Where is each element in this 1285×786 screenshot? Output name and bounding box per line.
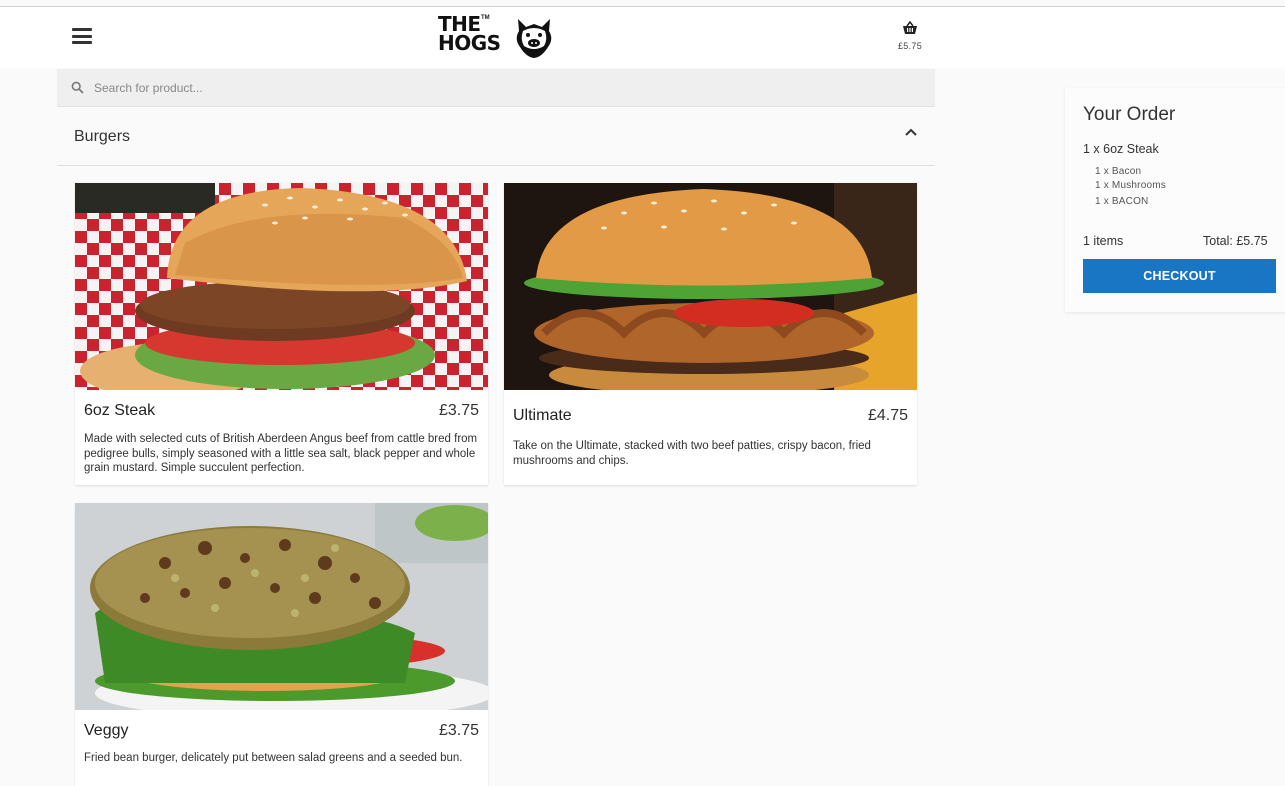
- checkout-button[interactable]: CHECKOUT: [1083, 259, 1276, 293]
- order-line-item[interactable]: 1 x 6oz Steak: [1083, 142, 1159, 156]
- search-bar: [57, 69, 935, 107]
- search-icon: [71, 81, 84, 94]
- category-burgers-header[interactable]: Burgers: [57, 108, 935, 166]
- order-extra-item: 1 x BACON: [1095, 196, 1149, 207]
- product-price: £3.75: [438, 722, 479, 739]
- basket-total: £5.75: [897, 41, 923, 51]
- product-name: 6oz Steak: [84, 402, 156, 419]
- hog-head-icon: [516, 19, 552, 58]
- order-total: Total: £5.75: [1203, 234, 1268, 248]
- order-items-count: 1 items: [1083, 234, 1124, 248]
- chevron-up-icon[interactable]: [905, 128, 917, 136]
- order-summary-panel: Your Order 1 x 6oz Steak 1 x Bacon 1 x M…: [1065, 88, 1285, 312]
- order-title: Your Order: [1083, 104, 1176, 125]
- product-image-ultimate: [504, 183, 917, 390]
- order-extra-item: 1 x Bacon: [1095, 166, 1142, 177]
- search-input[interactable]: [94, 77, 914, 99]
- basket-button[interactable]: £5.75: [890, 20, 930, 57]
- product-description: Take on the Ultimate, stacked with two b…: [513, 440, 871, 467]
- product-price: £4.75: [867, 407, 908, 424]
- product-name: Veggy: [84, 722, 129, 739]
- product-image-6oz-steak: [75, 183, 488, 390]
- hamburger-menu-icon[interactable]: [72, 28, 92, 44]
- app-header: THE HOGS TM £5.75: [0, 7, 1285, 68]
- shopping-basket-icon: [903, 20, 917, 34]
- product-description: Made with selected cuts of British Aberd…: [84, 433, 478, 474]
- product-card-ultimate[interactable]: Ultimate £4.75 Take on the Ultimate, sta…: [504, 183, 917, 485]
- brand-logo[interactable]: THE HOGS TM: [438, 12, 560, 61]
- product-price: £3.75: [438, 402, 479, 419]
- product-card-6oz-steak[interactable]: 6oz Steak £3.75 Made with selected cuts …: [75, 183, 488, 485]
- product-image-veggy: [75, 503, 488, 710]
- logo-wordmark: THE HOGS: [438, 12, 501, 55]
- product-name: Ultimate: [513, 407, 572, 424]
- category-title: Burgers: [74, 128, 131, 145]
- logo-trademark: TM: [481, 15, 490, 21]
- order-extra-item: 1 x Mushrooms: [1095, 180, 1166, 191]
- product-description: Fried bean burger, delicately put betwee…: [84, 752, 463, 764]
- product-card-veggy[interactable]: Veggy £3.75 Fried bean burger, delicatel…: [75, 503, 488, 786]
